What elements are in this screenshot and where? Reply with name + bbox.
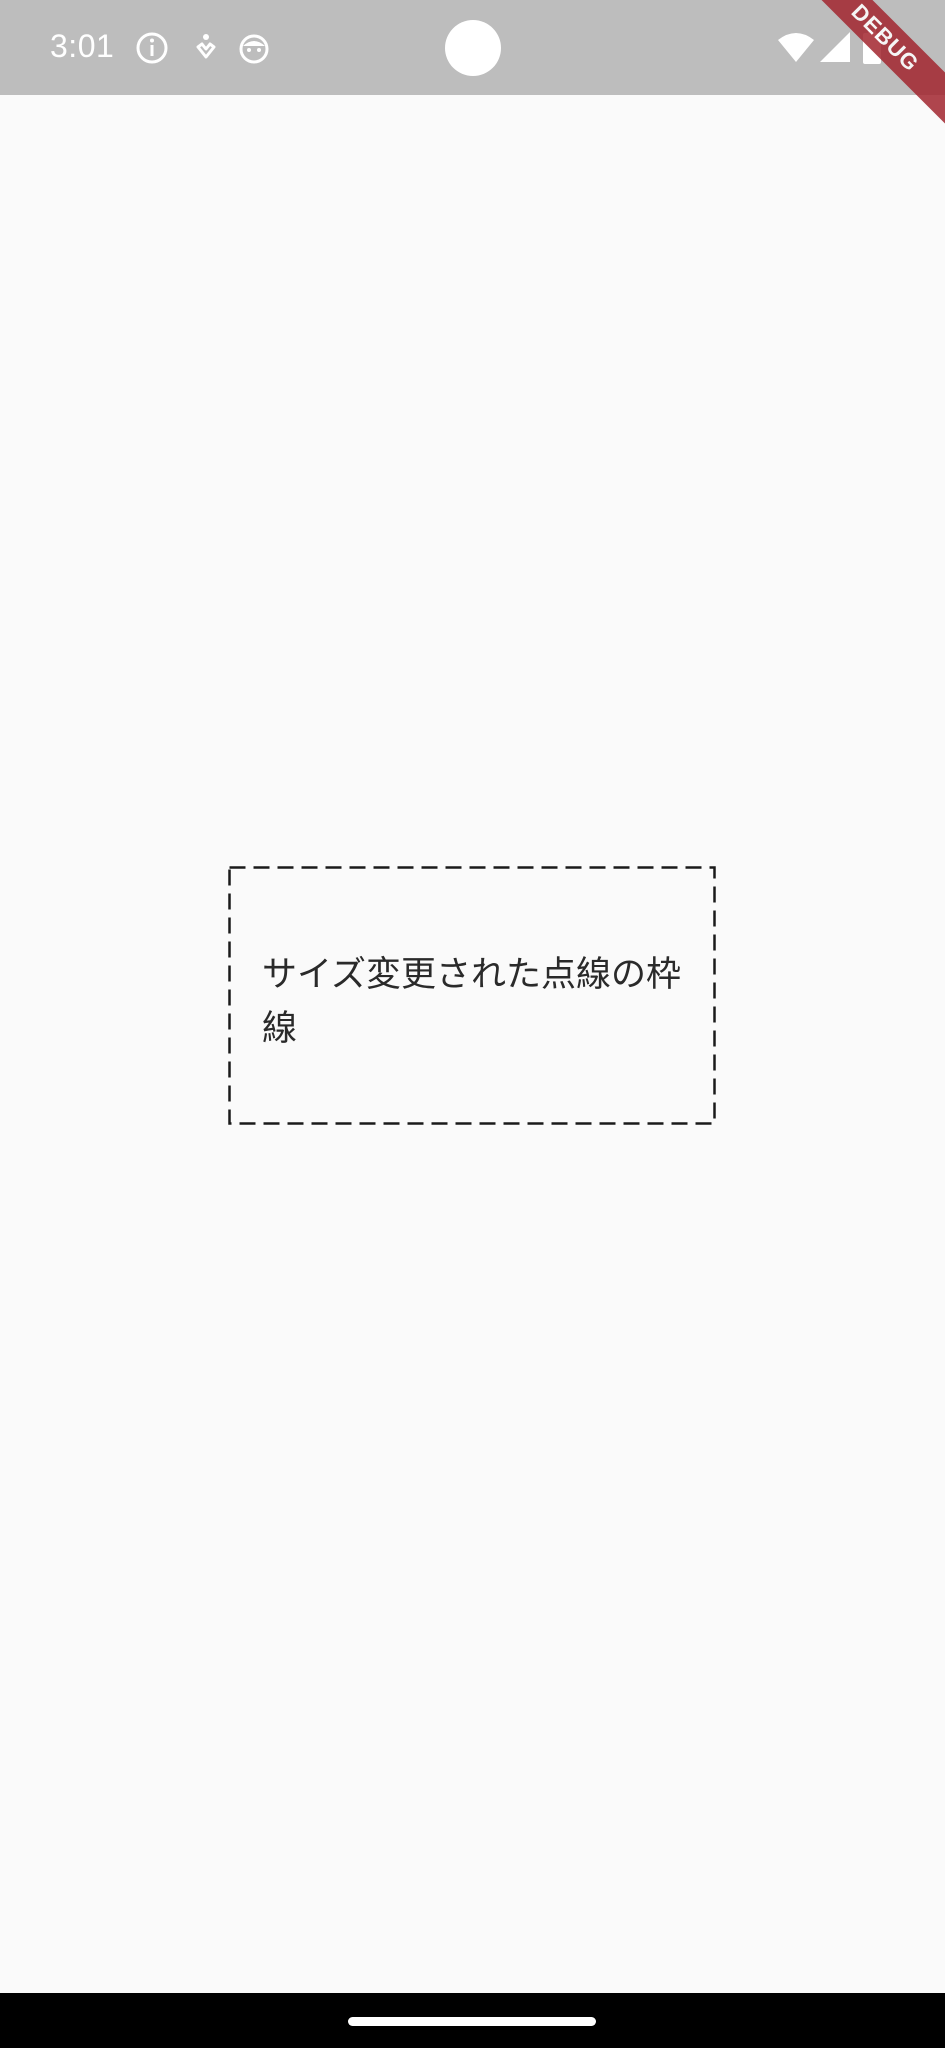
- info-icon: [134, 30, 170, 66]
- status-time: 3:01: [50, 28, 115, 64]
- cell-signal-icon: [818, 30, 852, 66]
- download-badge-icon: [188, 30, 224, 66]
- wifi-icon: [776, 30, 816, 66]
- robot-face-icon: [236, 30, 272, 66]
- box-text: サイズ変更された点線の枠線: [262, 955, 681, 1049]
- debug-banner: DEBUG: [780, 0, 945, 143]
- status-bar: 3:01 DEBUG: [0, 0, 945, 143]
- home-indicator[interactable]: [348, 2017, 596, 2026]
- camera-cutout: [445, 20, 501, 76]
- dashed-border-container: サイズ変更された点線の枠線: [228, 866, 716, 1125]
- navigation-bar: [0, 1993, 945, 2048]
- app-screen: 3:01 DEBUG サイズ変更された点線の枠線: [0, 0, 945, 2048]
